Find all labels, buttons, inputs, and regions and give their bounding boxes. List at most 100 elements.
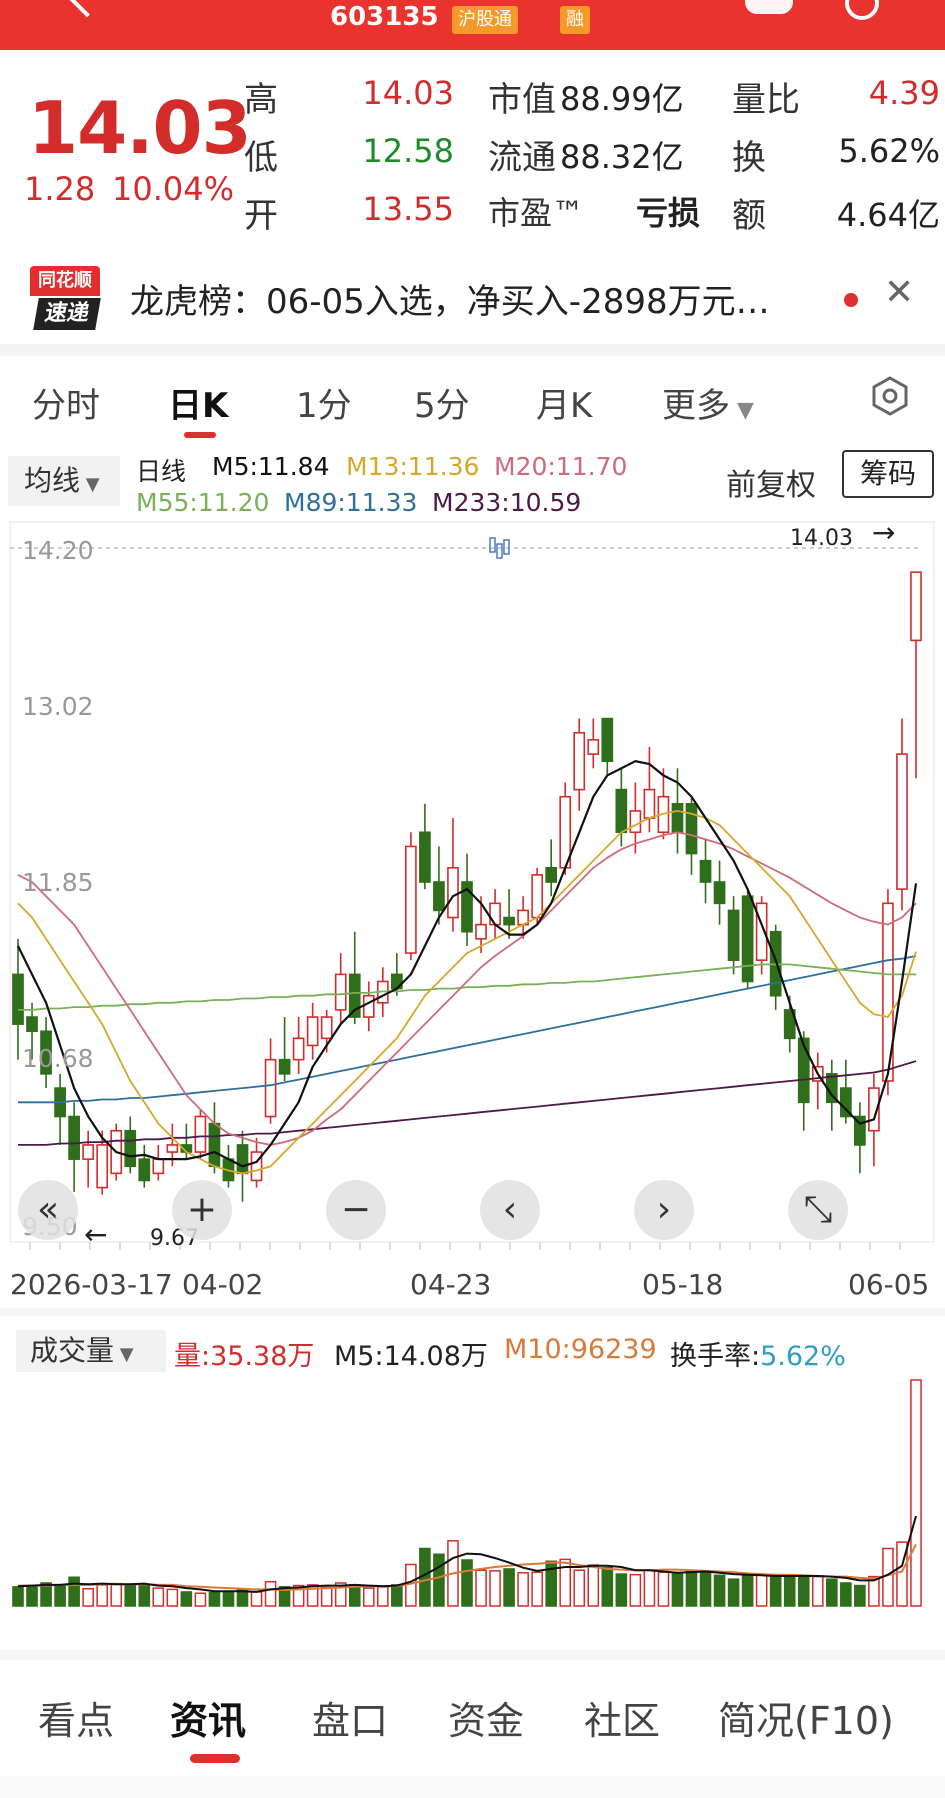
volume-chart[interactable] [0,1376,945,1646]
close-icon[interactable]: ✕ [884,272,914,313]
candle-body [910,571,922,642]
volume-bar [713,1574,726,1607]
volume-bar [797,1575,810,1607]
tab-profile-f10[interactable]: 简况(F10) [718,1690,894,1745]
settings-hexagon-icon[interactable] [870,376,910,416]
tab-daily-k[interactable]: 日K [168,378,228,427]
candlestick [854,1102,866,1174]
caret-down-icon: ▼ [80,474,100,495]
volume-ratio-label: 量比 [732,80,800,120]
candle-body [797,1037,810,1104]
turnover-rate-label: 换手率: [670,1341,761,1372]
price-adjust-toggle[interactable]: 前复权 [726,460,816,504]
candle-body [12,973,24,1025]
tab-highlights[interactable]: 看点 [38,1690,114,1745]
candlestick [152,1144,165,1181]
candle-body [615,788,628,834]
tab-5min[interactable]: 5分 [414,378,470,427]
tab-1min[interactable]: 1分 [296,378,352,427]
ma13-legend: M13:11.36 [346,452,480,481]
high-value: 14.03 [362,74,454,112]
ma233-legend: M233:10.59 [432,488,582,517]
pe-value: 亏损 [635,194,700,232]
step-right-icon[interactable]: › [634,1180,694,1240]
candle-body [671,803,684,834]
candle-body [489,902,501,926]
volume-bar [741,1574,754,1607]
candle-body [713,881,726,905]
ths-logo: 同花顺 速递 [30,266,101,330]
float-label: 流通 [488,138,556,178]
divider [0,1650,945,1660]
fullscreen-icon[interactable]: ⤡ [788,1180,848,1240]
ma5-legend: M5:11.84 [212,452,330,481]
line-type-label: 日线 [136,457,187,486]
volume-bar [671,1572,684,1607]
volume-bar [910,1379,922,1607]
candle-body [727,909,740,961]
volume-bar [811,1575,824,1607]
scroll-left-double-icon[interactable]: « [18,1180,78,1240]
turnover-rate-legend: 换手率:5.62% [670,1334,846,1373]
volume-bar [110,1582,123,1607]
chip-distribution-button[interactable]: 筹码 [842,450,934,498]
tab-community[interactable]: 社区 [584,1690,660,1745]
active-tab-indicator [190,1754,240,1763]
volume-bar [433,1553,445,1607]
tab-monthly-k[interactable]: 月K [536,378,592,427]
news-ticker[interactable]: 同花顺 速递 龙虎榜：06-05入选，净买入-2898万元… ✕ [0,252,945,352]
candlestick [264,1038,277,1124]
unread-dot-icon [844,293,858,307]
float-value: 88.32亿 [560,138,684,176]
candle-body [306,1016,319,1047]
tab-news[interactable]: 资讯 [170,1690,246,1745]
ma-selector[interactable]: 均线 ▼ [8,456,120,506]
candlestick [545,839,558,897]
margin-badge: 融 [560,6,590,34]
x-tick-label: 06-05 [848,1268,930,1301]
candle-body [166,1144,179,1153]
candle-body [152,1158,165,1175]
volume-bar [489,1570,501,1607]
candle-body [503,916,515,926]
tab-fund-flow[interactable]: 资金 [448,1690,524,1745]
candlestick [82,1130,95,1188]
tab-intraday[interactable]: 分时 [32,378,100,427]
divider [0,1308,945,1316]
candlestick [208,1102,221,1174]
volume-selector-label: 成交量 [30,1334,115,1367]
candlestick [713,860,726,925]
candlestick [278,1017,291,1081]
zoom-in-icon[interactable]: + [172,1180,232,1240]
step-left-icon[interactable]: ‹ [480,1180,540,1240]
volume-bar [320,1586,333,1607]
volume-legend: 量:35.38万 [174,1341,315,1372]
add-watchlist-icon[interactable] [745,0,793,14]
zoom-out-icon[interactable]: − [326,1180,386,1240]
back-arrow-icon[interactable] [68,0,106,18]
search-icon[interactable] [845,0,879,20]
price-change-pct: 10.04% [112,170,235,208]
last-price: 14.03 [28,86,252,170]
candle-body [601,717,614,762]
volume-m5-legend: M5:14.08万 [334,1341,488,1372]
candle-body [447,866,459,919]
candle-body [68,1115,80,1160]
y-tick-label: 14.20 [22,536,94,565]
tab-order-book[interactable]: 盘口 [312,1690,388,1745]
candle-body [334,973,347,1011]
candle-body [629,810,642,834]
tab-more[interactable]: 更多 ▼ [662,378,754,427]
candle-body [587,739,600,755]
x-tick-label: 05-18 [642,1268,724,1301]
volume-bar [643,1569,656,1607]
volume-bar [362,1587,375,1607]
news-text[interactable]: 龙虎榜：06-05入选，净买入-2898万元… [130,274,770,323]
volume-bar [222,1590,235,1607]
volume-indicator-selector[interactable]: 成交量 ▼ [16,1330,166,1372]
candlestick [68,1102,80,1192]
volume-bar [629,1573,642,1607]
volume-bar [12,1586,24,1607]
candlestick [601,717,614,776]
y-tick-label: 11.85 [22,868,94,897]
